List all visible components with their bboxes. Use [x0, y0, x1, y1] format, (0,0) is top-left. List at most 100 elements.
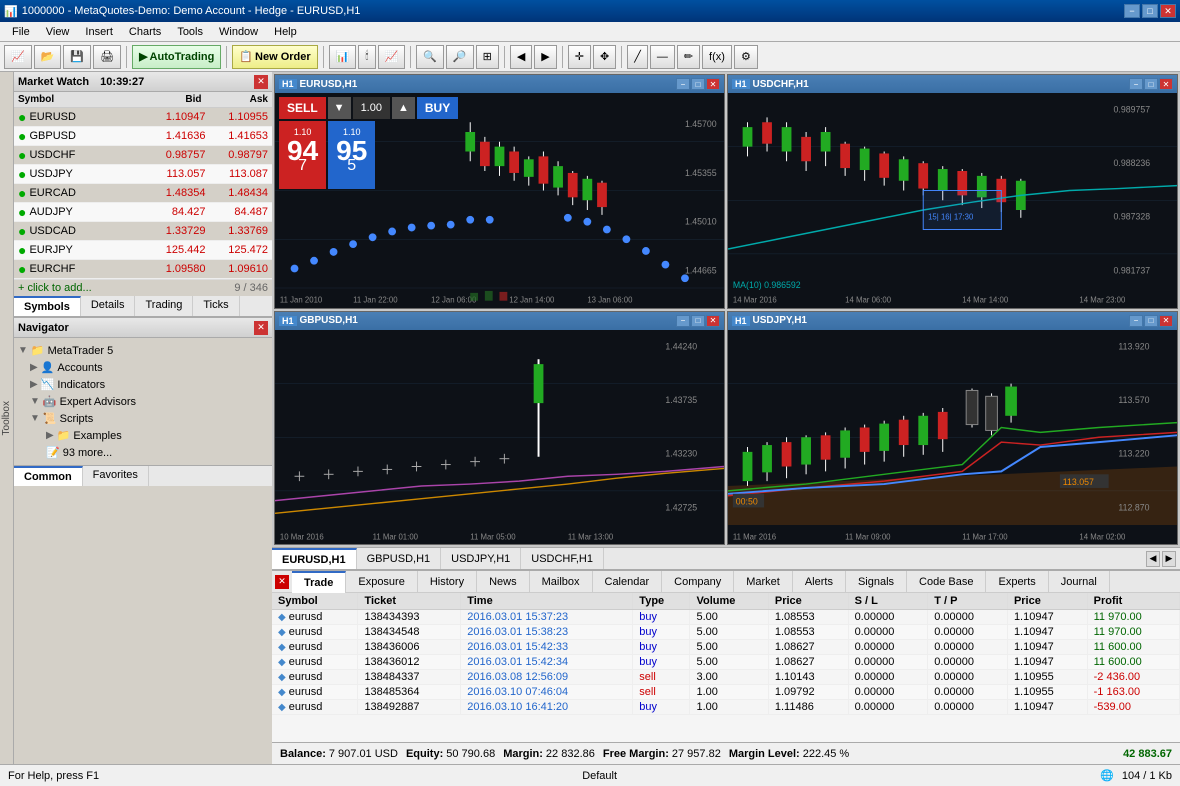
- chart-tab-eurusd[interactable]: EURUSD,H1: [272, 548, 357, 569]
- open-button[interactable]: 📂: [34, 45, 62, 69]
- terminal-tab-signals[interactable]: Signals: [846, 571, 907, 593]
- chart-min-button[interactable]: −: [1129, 315, 1143, 327]
- list-item[interactable]: ●USDCHF 0.98757 0.98797: [14, 146, 272, 165]
- menu-window[interactable]: Window: [211, 24, 266, 40]
- col-current-price[interactable]: Price: [1007, 593, 1087, 610]
- chart-candle-button[interactable]: 🕯: [358, 45, 375, 69]
- terminal-tab-exposure[interactable]: Exposure: [346, 571, 417, 593]
- chart-max-button[interactable]: □: [1144, 78, 1158, 90]
- volume-up-button[interactable]: ▲: [392, 97, 415, 119]
- terminal-tab-alerts[interactable]: Alerts: [793, 571, 846, 593]
- col-symbol[interactable]: Symbol: [272, 593, 358, 610]
- col-ticket[interactable]: Ticket: [358, 593, 461, 610]
- move-button[interactable]: ✥: [593, 45, 616, 69]
- chart-line-button[interactable]: 📈: [378, 45, 406, 69]
- list-item[interactable]: ●AUDJPY 84.427 84.487: [14, 203, 272, 222]
- close-button[interactable]: ✕: [1160, 4, 1176, 18]
- sidebar-item-scripts[interactable]: ▼ 📜 Scripts: [14, 410, 272, 427]
- terminal-tab-experts[interactable]: Experts: [986, 571, 1048, 593]
- pencil-button[interactable]: ✏: [677, 45, 700, 69]
- chart-tab-usdjpy[interactable]: USDJPY,H1: [441, 548, 521, 569]
- sidebar-item-experts[interactable]: ▼ 🤖 Expert Advisors: [14, 393, 272, 410]
- terminal-tab-mailbox[interactable]: Mailbox: [530, 571, 593, 593]
- menu-file[interactable]: File: [4, 24, 38, 40]
- chart-close-button[interactable]: ✕: [706, 78, 720, 90]
- list-item[interactable]: ●EURJPY 125.442 125.472: [14, 241, 272, 260]
- chart-tab-next-button[interactable]: ▶: [1162, 551, 1176, 567]
- chart-min-button[interactable]: −: [676, 315, 690, 327]
- sidebar-item-accounts[interactable]: ▶ 👤 Accounts: [14, 359, 272, 376]
- menu-tools[interactable]: Tools: [169, 24, 211, 40]
- new-order-button[interactable]: 📋 New Order: [232, 45, 317, 69]
- chart-close-button[interactable]: ✕: [1159, 315, 1173, 327]
- terminal-tab-journal[interactable]: Journal: [1049, 571, 1110, 593]
- volume-input[interactable]: 1.00: [353, 97, 390, 119]
- chart-close-button[interactable]: ✕: [706, 315, 720, 327]
- table-row[interactable]: ◆ eurusd 138492887 2016.03.10 16:41:20 b…: [272, 700, 1180, 715]
- chart-close-button[interactable]: ✕: [1159, 78, 1173, 90]
- col-time[interactable]: Time: [461, 593, 633, 610]
- sidebar-item-more[interactable]: 📝 93 more...: [14, 444, 272, 461]
- tab-ticks[interactable]: Ticks: [193, 296, 239, 316]
- col-volume[interactable]: Volume: [690, 593, 768, 610]
- terminal-tab-news[interactable]: News: [477, 571, 530, 593]
- table-row[interactable]: ◆ eurusd 138485364 2016.03.10 07:46:04 s…: [272, 685, 1180, 700]
- terminal-tab-trade[interactable]: Trade: [292, 571, 346, 593]
- chart-max-button[interactable]: □: [691, 315, 705, 327]
- list-item[interactable]: ●GBPUSD 1.41636 1.41653: [14, 127, 272, 146]
- menu-view[interactable]: View: [38, 24, 78, 40]
- col-profit[interactable]: Profit: [1087, 593, 1179, 610]
- print-button[interactable]: 🖨: [93, 45, 121, 69]
- nav-item-metatrader[interactable]: ▼ 📁 MetaTrader 5: [14, 342, 272, 359]
- chart-bar-button[interactable]: 📊: [329, 45, 357, 69]
- menu-help[interactable]: Help: [266, 24, 305, 40]
- col-price[interactable]: Price: [768, 593, 848, 610]
- zoom-fit-button[interactable]: ⊞: [476, 45, 499, 69]
- maximize-button[interactable]: □: [1142, 4, 1158, 18]
- tab-symbols[interactable]: Symbols: [14, 296, 81, 316]
- list-item[interactable]: ●USDCAD 1.33729 1.33769: [14, 222, 272, 241]
- market-watch-close[interactable]: ✕: [254, 75, 268, 89]
- table-row[interactable]: ◆ eurusd 138436006 2016.03.01 15:42:33 b…: [272, 640, 1180, 655]
- list-item[interactable]: ●EURCAD 1.48354 1.48434: [14, 184, 272, 203]
- tab-details[interactable]: Details: [81, 296, 136, 316]
- scroll-right-button[interactable]: ▶: [534, 45, 556, 69]
- autotrading-button[interactable]: ▶ AutoTrading: [132, 45, 221, 69]
- list-item[interactable]: ●EURCHF 1.09580 1.09610: [14, 260, 272, 279]
- list-item[interactable]: ●EURUSD 1.10947 1.10955: [14, 108, 272, 127]
- minimize-button[interactable]: −: [1124, 4, 1140, 18]
- chart-min-button[interactable]: −: [1129, 78, 1143, 90]
- line-button[interactable]: ╱: [627, 45, 648, 69]
- terminal-tab-history[interactable]: History: [418, 571, 477, 593]
- table-row[interactable]: ◆ eurusd 138484337 2016.03.08 12:56:09 s…: [272, 670, 1180, 685]
- sidebar-item-examples[interactable]: ▶ 📁 Examples: [14, 427, 272, 444]
- table-row[interactable]: ◆ eurusd 138434548 2016.03.01 15:38:23 b…: [272, 625, 1180, 640]
- col-sl[interactable]: S / L: [848, 593, 928, 610]
- buy-button[interactable]: BUY: [417, 97, 458, 119]
- sidebar-item-indicators[interactable]: ▶ 📉 Indicators: [14, 376, 272, 393]
- add-symbol-link[interactable]: + click to add...: [18, 282, 92, 294]
- sell-button[interactable]: SELL: [279, 97, 326, 119]
- settings-button[interactable]: ⚙: [734, 45, 758, 69]
- volume-down-button[interactable]: ▼: [328, 97, 351, 119]
- terminal-close-button[interactable]: ✕: [275, 575, 289, 589]
- list-item[interactable]: ●USDJPY 113.057 113.087: [14, 165, 272, 184]
- table-row[interactable]: ◆ eurusd 138436012 2016.03.01 15:42:34 b…: [272, 655, 1180, 670]
- navigator-close[interactable]: ✕: [254, 321, 268, 335]
- zoom-in-button[interactable]: 🔍: [416, 45, 444, 69]
- menu-charts[interactable]: Charts: [121, 24, 169, 40]
- chart-min-button[interactable]: −: [676, 78, 690, 90]
- chart-tab-gbpusd[interactable]: GBPUSD,H1: [357, 548, 442, 569]
- new-chart-button[interactable]: 📈: [4, 45, 32, 69]
- menu-insert[interactable]: Insert: [77, 24, 121, 40]
- col-tp[interactable]: T / P: [928, 593, 1008, 610]
- crosshair-button[interactable]: ✛: [568, 45, 591, 69]
- toolbox-strip[interactable]: Toolbox: [0, 72, 14, 764]
- chart-max-button[interactable]: □: [691, 78, 705, 90]
- tab-favorites[interactable]: Favorites: [83, 466, 149, 486]
- terminal-tab-codebase[interactable]: Code Base: [907, 571, 986, 593]
- chart-max-button[interactable]: □: [1144, 315, 1158, 327]
- tab-common[interactable]: Common: [14, 466, 83, 486]
- scroll-left-button[interactable]: ◀: [510, 45, 532, 69]
- terminal-tab-calendar[interactable]: Calendar: [593, 571, 663, 593]
